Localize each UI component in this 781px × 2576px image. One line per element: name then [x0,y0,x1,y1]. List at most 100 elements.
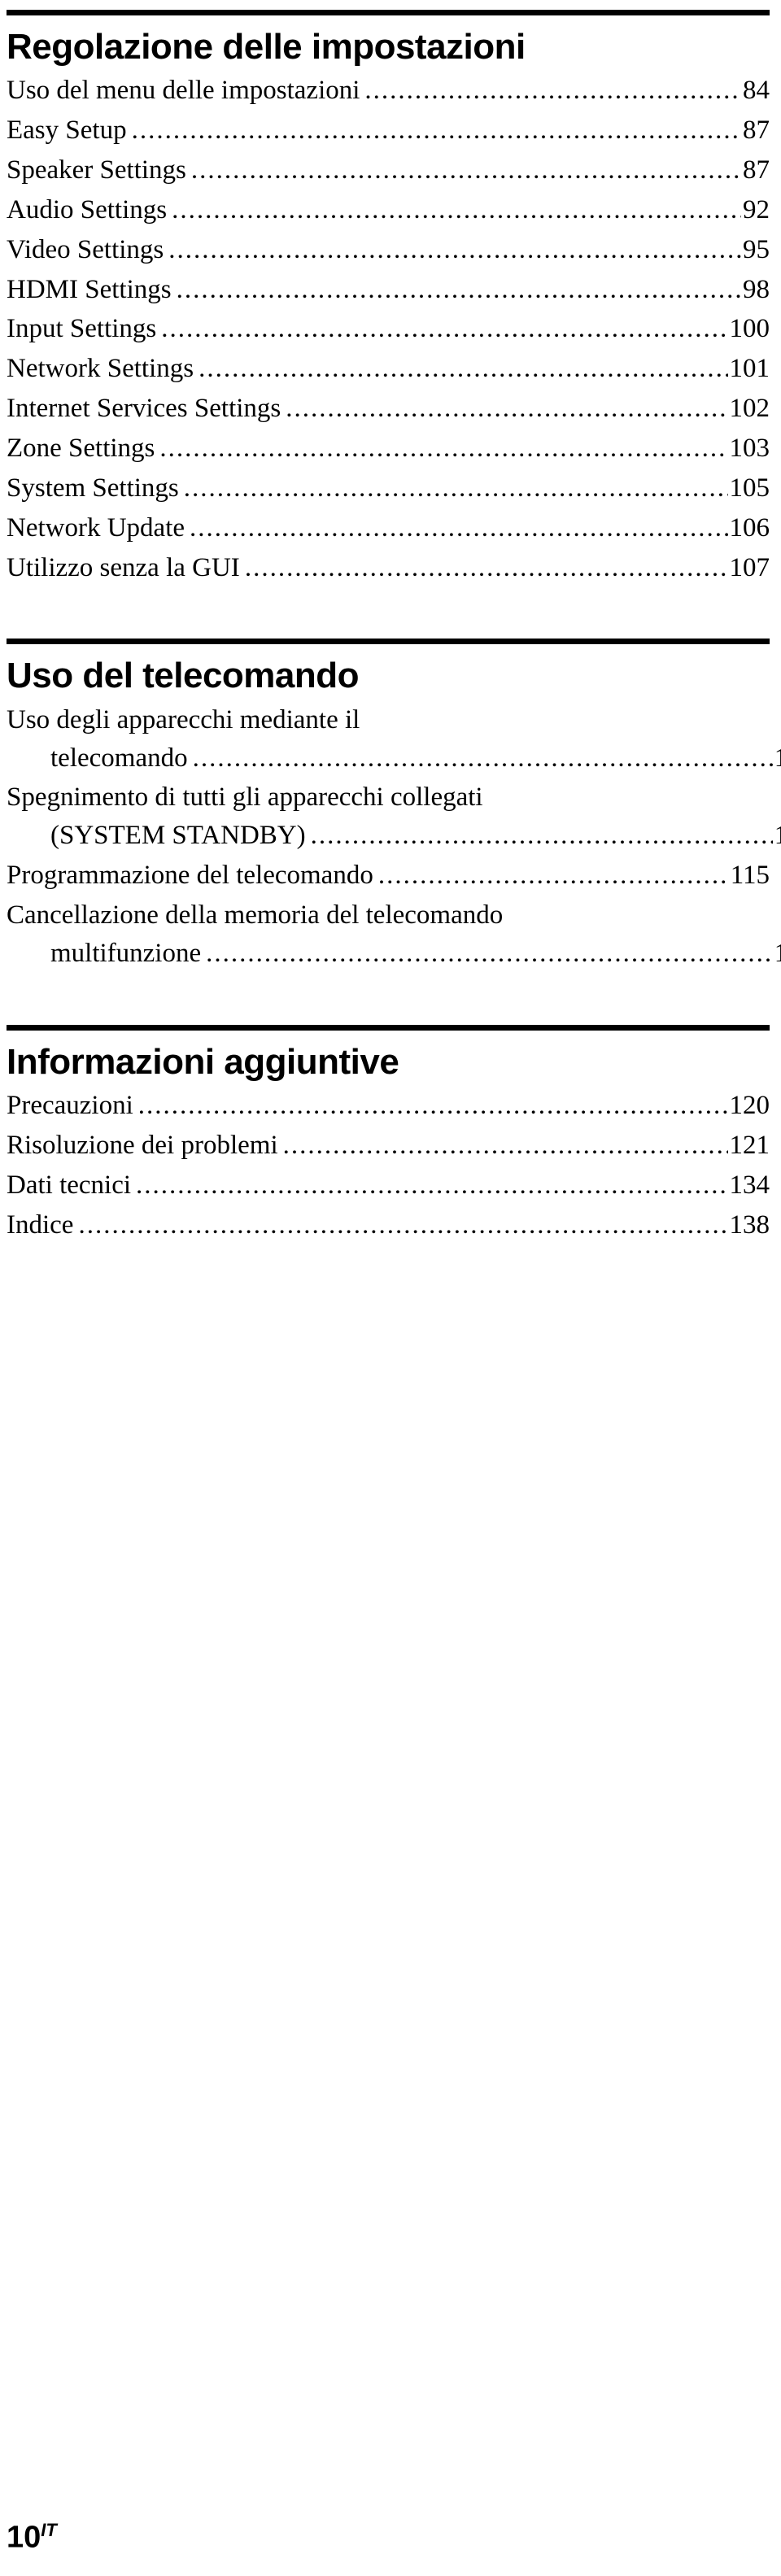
toc-dot-leader [378,856,729,895]
toc-entry-line: Uso del menu delle impostazioni 84 [7,72,770,110]
toc-entry-page-number: 119 [774,938,781,968]
toc-dot-leader [138,1087,728,1125]
toc-dot-leader [364,72,741,110]
toc-entry-label: Cancellazione della memoria del telecoma… [7,900,504,930]
toc-entry[interactable]: System Settings 105 [7,469,770,508]
toc-entry[interactable]: Indice 138 [7,1206,770,1244]
toc-entry-line: multifunzione 119 [7,935,781,973]
toc-entry-label: Programmazione del telecomando [7,861,373,891]
toc-list: Uso del menu delle impostazioni 84 Easy Se… [7,72,770,586]
toc-entry-line: System Settings 105 [7,469,770,508]
toc-entry-label: Internet Services Settings [7,394,281,424]
toc-section: Informazioni aggiuntive Precauzioni 120 Ris… [7,1024,770,1244]
toc-entry[interactable]: Easy Setup 87 [7,111,770,150]
toc-entry-page-number: 115 [774,821,781,851]
toc-entry[interactable]: Cancellazione della memoria del telecoma… [7,896,781,973]
toc-dot-leader [132,111,741,150]
toc-dot-leader [136,1166,727,1205]
toc-entry-page-number: 114 [774,743,781,773]
toc-entry-line: (SYSTEM STANDBY) 115 [7,817,781,855]
toc-entry-label: Indice [7,1210,74,1240]
page-number: 10 [7,2521,41,2555]
section-divider-rule [7,10,770,15]
toc-entry-label: Zone Settings [7,434,155,463]
toc-entry-page-number: 138 [729,1210,770,1240]
language-marker: IT [41,2520,57,2541]
toc-entry-line: Video Settings 95 [7,231,770,269]
toc-dot-leader [159,429,727,468]
toc-entry[interactable]: Precauzioni 120 [7,1087,770,1125]
toc-entry[interactable]: Uso del menu delle impostazioni 84 [7,72,770,110]
toc-entry-page-number: 84 [743,76,770,106]
toc-entry-line: Uso degli apparecchi mediante il [7,701,770,739]
toc-dot-leader [245,549,728,587]
toc-dot-leader [283,1127,728,1165]
toc-entry[interactable]: Audio Settings 92 [7,191,770,229]
toc-entry-line: Programmazione del telecomando 115 [7,856,770,895]
toc-entry-label: (SYSTEM STANDBY) [50,821,306,851]
toc-sections: Regolazione delle impostazioni Uso del me… [7,0,781,1244]
page-footer: 10IT [7,2522,57,2553]
toc-entry-line: Indice 138 [7,1206,770,1244]
toc-entry[interactable]: Input Settings 100 [7,310,770,348]
toc-dot-leader [172,191,741,229]
toc-entry-label: Dati tecnici [7,1170,132,1200]
toc-dot-leader [286,390,727,428]
toc-entry[interactable]: HDMI Settings 98 [7,271,770,309]
toc-entry[interactable]: Network Update 106 [7,509,770,547]
toc-entry[interactable]: Uso degli apparecchi mediante il telecoma… [7,701,781,778]
toc-entry-line: Risoluzione dei problemi 121 [7,1127,770,1165]
section-heading: Informazioni aggiuntive [7,1041,399,1082]
toc-entry-label: Input Settings [7,314,157,344]
toc-entry[interactable]: Dati tecnici 134 [7,1166,770,1205]
toc-section: Uso del telecomando Uso degli apparecchi … [7,639,781,973]
toc-entry-line: HDMI Settings 98 [7,271,770,309]
toc-entry[interactable]: Internet Services Settings 102 [7,390,770,428]
toc-entry-label: Network Settings [7,354,194,384]
section-divider-rule [7,639,770,645]
toc-list: Uso degli apparecchi mediante il telecoma… [7,701,781,973]
toc-entry-page-number: 87 [743,116,770,146]
toc-entry-line: Cancellazione della memoria del telecoma… [7,896,770,935]
toc-entry[interactable]: Zone Settings 103 [7,429,770,468]
toc-dot-leader [184,469,728,508]
toc-dot-leader [190,509,727,547]
toc-entry-page-number: 102 [729,394,770,424]
toc-entry[interactable]: Network Settings 101 [7,350,770,388]
toc-entry[interactable]: Video Settings 95 [7,231,770,269]
toc-entry-label: Utilizzo senza la GUI [7,552,240,582]
section-heading: Uso del telecomando [7,656,360,696]
toc-entry-label: Precauzioni [7,1090,133,1120]
toc-dot-leader [177,271,741,309]
toc-dot-leader [199,350,727,388]
toc-entry-line: Easy Setup 87 [7,111,770,150]
toc-entry[interactable]: Speaker Settings 87 [7,151,770,190]
toc-dot-leader [311,817,773,855]
toc-entry-label: telecomando [50,743,188,773]
toc-entry-label: Uso del menu delle impostazioni [7,76,360,106]
toc-entry-page-number: 98 [743,274,770,304]
toc-entry-line: Network Update 106 [7,509,770,547]
toc-entry[interactable]: Spegnimento di tutti gli apparecchi coll… [7,778,781,855]
toc-entry[interactable]: Risoluzione dei problemi 121 [7,1127,770,1165]
toc-entry-page-number: 134 [729,1170,770,1200]
toc-entry[interactable]: Programmazione del telecomando 115 [7,856,770,895]
toc-entry-page-number: 92 [743,194,770,224]
toc-entry[interactable]: Utilizzo senza la GUI 107 [7,549,770,587]
toc-entry-page-number: 87 [743,155,770,185]
toc-entry-line: Precauzioni 120 [7,1087,770,1125]
toc-entry-label: Uso degli apparecchi mediante il [7,704,360,734]
toc-entry-label: Video Settings [7,234,164,264]
toc-entry-line: Zone Settings 103 [7,429,770,468]
toc-entry-page-number: 103 [729,434,770,463]
toc-entry-line: Dati tecnici 134 [7,1166,770,1205]
toc-dot-leader [78,1206,727,1244]
toc-page: Regolazione delle impostazioni Uso del me… [0,0,781,2576]
toc-entry-line: Network Settings 101 [7,350,770,388]
toc-entry-line: Internet Services Settings 102 [7,390,770,428]
toc-entry-line: Speaker Settings 87 [7,151,770,190]
toc-dot-leader [206,935,773,973]
toc-entry-label: Audio Settings [7,194,168,224]
